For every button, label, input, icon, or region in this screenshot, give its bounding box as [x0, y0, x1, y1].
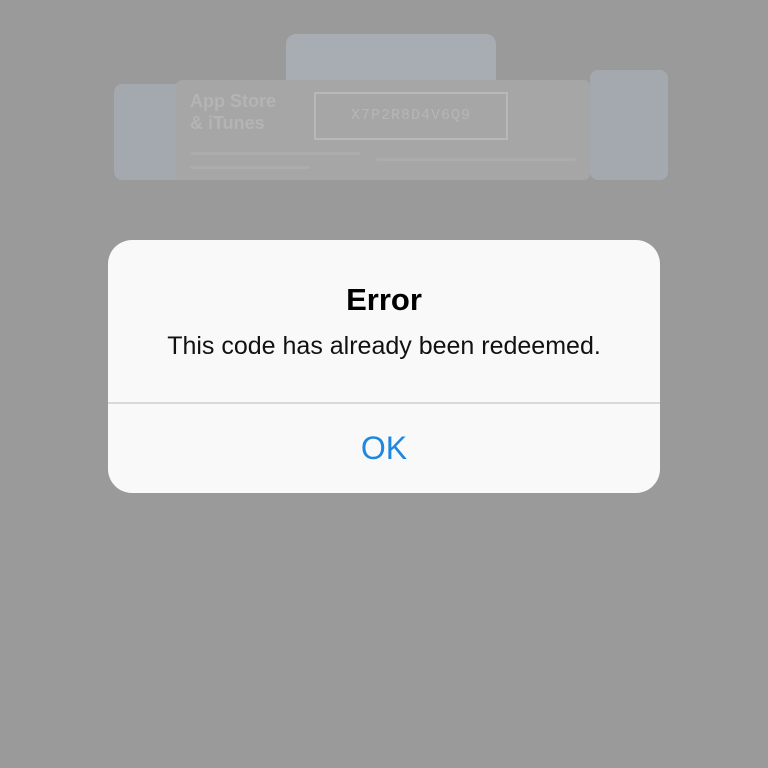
- screen: App Store & iTunes X7P2R8D4V6Q9 Error Th…: [0, 0, 768, 768]
- gift-card: App Store & iTunes X7P2R8D4V6Q9: [176, 80, 590, 180]
- ok-button[interactable]: OK: [108, 404, 660, 493]
- gift-card-right-shape: [590, 70, 668, 180]
- gift-card-title: App Store & iTunes: [190, 91, 277, 133]
- gift-card-fine-print: [190, 166, 310, 169]
- gift-card-fine-print: [376, 158, 576, 161]
- alert-title: Error: [346, 282, 422, 317]
- error-alert-dialog: Error This code has already been redeeme…: [108, 240, 660, 493]
- gift-card-code: X7P2R8D4V6Q9: [314, 92, 508, 140]
- gift-card-fine-print: [190, 152, 360, 155]
- alert-message: This code has already been redeemed.: [167, 332, 601, 360]
